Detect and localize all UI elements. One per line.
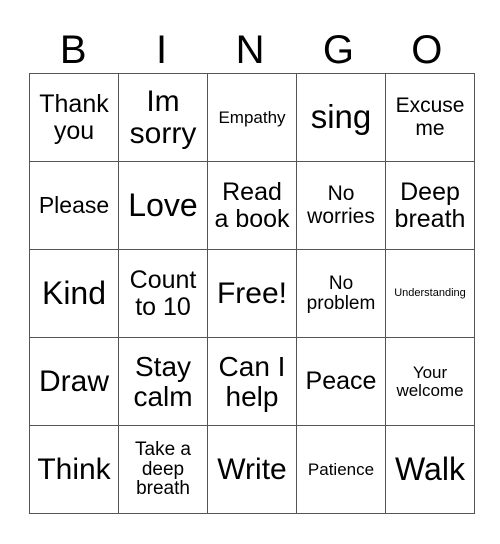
- bingo-cell[interactable]: No worries: [296, 161, 386, 250]
- header-letter-i: I: [156, 28, 168, 72]
- bingo-cell[interactable]: Deep breath: [385, 161, 475, 250]
- bingo-cell[interactable]: Im sorry: [118, 73, 208, 162]
- bingo-cell[interactable]: Read a book: [207, 161, 297, 250]
- cell-text: Kind: [41, 274, 107, 311]
- cell-text: Im sorry: [129, 85, 197, 150]
- bingo-cell[interactable]: Thank you: [29, 73, 119, 162]
- bingo-grid: Thank you Im sorry Empathy sing Excuse m…: [29, 73, 475, 514]
- cell-text: Read a book: [214, 178, 290, 233]
- free-space-cell[interactable]: Free!: [207, 249, 297, 338]
- cell-text: Deep breath: [394, 178, 466, 233]
- bingo-cell[interactable]: Your welcome: [385, 337, 475, 426]
- header-letter-o: O: [411, 28, 443, 72]
- grid-row: Think Take a deep breath Write Patience …: [29, 425, 475, 514]
- bingo-cell[interactable]: Love: [118, 161, 208, 250]
- grid-row: Kind Count to 10 Free! No problem Unders…: [29, 249, 475, 338]
- cell-text: Empathy: [218, 107, 286, 127]
- cell-text: Walk: [395, 450, 465, 487]
- bingo-cell[interactable]: Empathy: [207, 73, 297, 162]
- bingo-cell[interactable]: Take a deep breath: [118, 425, 208, 514]
- bingo-cell[interactable]: Peace: [296, 337, 386, 426]
- cell-text: Love: [128, 186, 198, 223]
- cell-text: Write: [217, 452, 287, 486]
- bingo-cell[interactable]: Think: [29, 425, 119, 514]
- cell-text: Stay calm: [133, 351, 193, 412]
- cell-text: Thank you: [39, 90, 109, 145]
- cell-text: Count to 10: [129, 266, 197, 321]
- grid-row: Please Love Read a book No worries Deep …: [29, 161, 475, 250]
- bingo-cell[interactable]: Stay calm: [118, 337, 208, 426]
- cell-text: Understanding: [394, 286, 466, 299]
- bingo-header: B I N G O: [29, 30, 471, 70]
- bingo-cell[interactable]: Draw: [29, 337, 119, 426]
- grid-row: Thank you Im sorry Empathy sing Excuse m…: [29, 73, 475, 162]
- header-letter-g: G: [322, 28, 354, 72]
- bingo-cell[interactable]: Understanding: [385, 249, 475, 338]
- cell-text: Your welcome: [396, 362, 464, 400]
- header-letter-b: B: [59, 28, 87, 72]
- bingo-cell[interactable]: Patience: [296, 425, 386, 514]
- bingo-cell[interactable]: Excuse me: [385, 73, 475, 162]
- bingo-cell[interactable]: Write: [207, 425, 297, 514]
- header-letter-n: N: [235, 28, 265, 72]
- cell-text: Free!: [216, 276, 288, 310]
- bingo-cell[interactable]: Walk: [385, 425, 475, 514]
- cell-text: Patience: [307, 459, 375, 479]
- cell-text: Please: [38, 192, 110, 219]
- cell-text: Draw: [38, 364, 109, 398]
- bingo-cell[interactable]: Please: [29, 161, 119, 250]
- bingo-cell[interactable]: Count to 10: [118, 249, 208, 338]
- cell-text: Excuse me: [395, 94, 465, 140]
- bingo-cell[interactable]: sing: [296, 73, 386, 162]
- cell-text: No problem: [306, 272, 376, 314]
- bingo-cell[interactable]: Can I help: [207, 337, 297, 426]
- grid-row: Draw Stay calm Can I help Peace Your wel…: [29, 337, 475, 426]
- cell-text: sing: [310, 98, 372, 136]
- bingo-cell[interactable]: Kind: [29, 249, 119, 338]
- cell-text: Peace: [305, 367, 377, 396]
- cell-text: Take a deep breath: [135, 438, 191, 500]
- bingo-cell[interactable]: No problem: [296, 249, 386, 338]
- cell-text: No worries: [307, 182, 375, 228]
- cell-text: Think: [37, 452, 111, 486]
- cell-text: Can I help: [218, 351, 286, 412]
